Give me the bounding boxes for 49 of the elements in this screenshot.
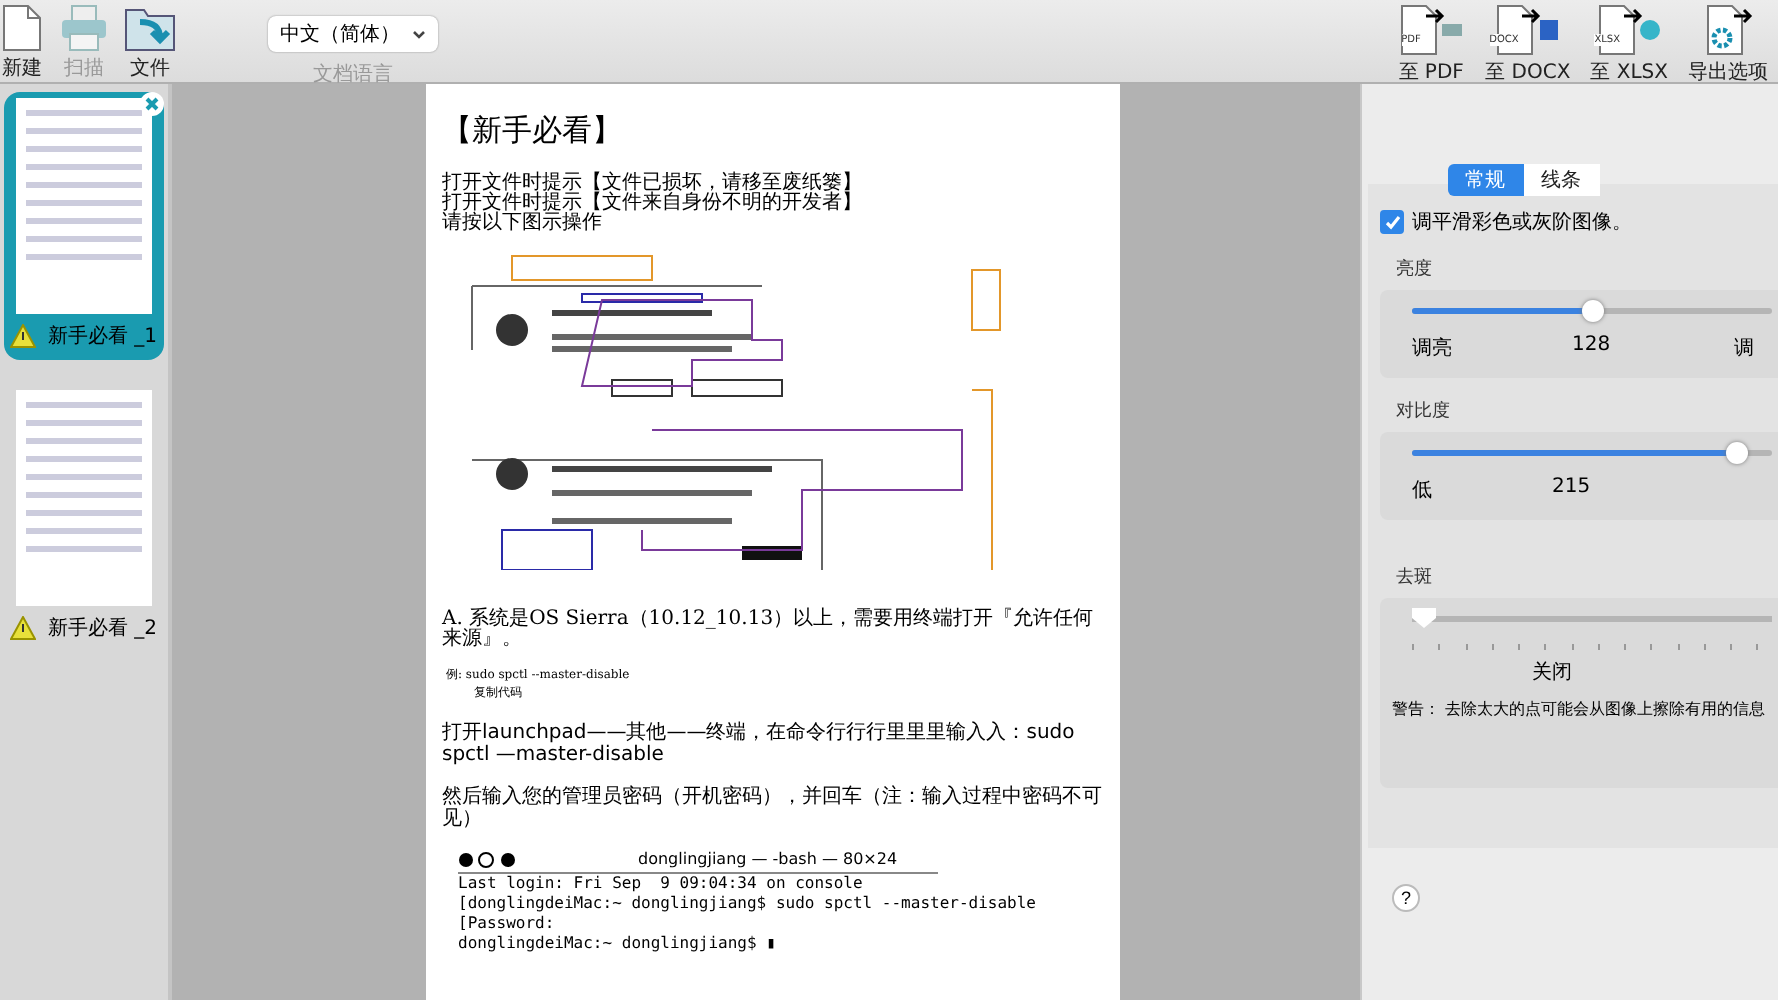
slider-min-label: 调亮 (1412, 335, 1452, 362)
document-text: 打开文件时提示【文件来自身份不明的开发者】 (442, 194, 864, 214)
document-text: A. 系统是OS Sierra（10.12_10.13）以上，需要用终端打开『允许任何来源』。 (442, 610, 1096, 650)
document-icon (0, 4, 44, 52)
toolbar-button[interactable]: 文件 (116, 0, 184, 82)
export-button[interactable]: 导出选项 (1678, 0, 1778, 86)
document-text: 请按以下图示操作 (442, 214, 604, 234)
terminal-line: [donglingdeiMac:~ donglingjiang$ sudo spctl --master-disable (458, 894, 1038, 914)
slider-value: 215 (1552, 476, 1591, 502)
help-button[interactable]: ? (1392, 884, 1420, 912)
page-name: 新手必看 _2 (48, 615, 158, 642)
warning-text: 警告： 去除太大的点可能会从图像上擦除有用的信息 (1392, 698, 1768, 720)
slider-label: 去斑 (1396, 565, 1434, 590)
slider-thumb[interactable] (1726, 442, 1748, 464)
chevron-down-icon (412, 29, 427, 40)
document-text: 打开文件时提示【文件已损坏，请移至废纸篓】 (442, 174, 864, 194)
language-label: 文档语言 (313, 61, 394, 88)
slider-thumb[interactable] (1582, 300, 1604, 322)
document-gear-icon (1702, 4, 1754, 56)
pdf-document-icon (1397, 4, 1466, 56)
settings-tab[interactable]: 常规 (1447, 164, 1523, 196)
checkbox-label: 调平滑彩色或灰阶图像。 (1412, 209, 1632, 236)
settings-tab[interactable]: 线条 (1523, 164, 1599, 196)
docx-document-icon (1493, 4, 1562, 56)
document-text: 然后输入您的管理员密码（开机密码），并回车（注：输入过程中密码不可见） (442, 786, 1104, 830)
terminal-line: [Password: (458, 914, 557, 934)
slider-label: 对比度 (1396, 399, 1452, 424)
language-dropdown[interactable]: 中文（简体） (268, 16, 439, 52)
slider-thumb[interactable] (1412, 608, 1436, 628)
page-thumbnail[interactable]: 新手必看 _1 (4, 92, 164, 360)
slider-label: 亮度 (1396, 257, 1434, 282)
page-name: 新手必看 _1 (48, 323, 158, 350)
document-title: 【新手必看】 (442, 112, 624, 150)
toolbar-button[interactable]: 新建 (0, 0, 52, 82)
scanner-icon (60, 4, 108, 52)
folder-arrow-icon (124, 4, 176, 52)
slider-value: 关闭 (1530, 659, 1574, 686)
slider-min-label: 低 (1412, 478, 1432, 504)
document-text: 打开launchpad——其他——终端，在命令行行行里里里输入入：sudo spctl —master-disable (442, 722, 1077, 766)
page-thumbnail[interactable]: 新手必看 _2 (4, 384, 164, 652)
slider-max-label: 调 (1734, 336, 1755, 362)
terminal-title: donglingjiang — -bash — 80×24 (638, 850, 898, 868)
terminal-line: Last login: Fri Sep 9 09:04:34 on console (458, 874, 865, 894)
slider-value: 128 (1572, 334, 1611, 360)
terminal-line: donglingdeiMac:~ donglingjiang$ ▮ (458, 934, 778, 954)
xlsx-document-icon (1595, 4, 1664, 56)
window-controls-icon (458, 851, 518, 867)
close-icon[interactable] (140, 92, 164, 116)
checkbox[interactable] (1380, 210, 1404, 234)
